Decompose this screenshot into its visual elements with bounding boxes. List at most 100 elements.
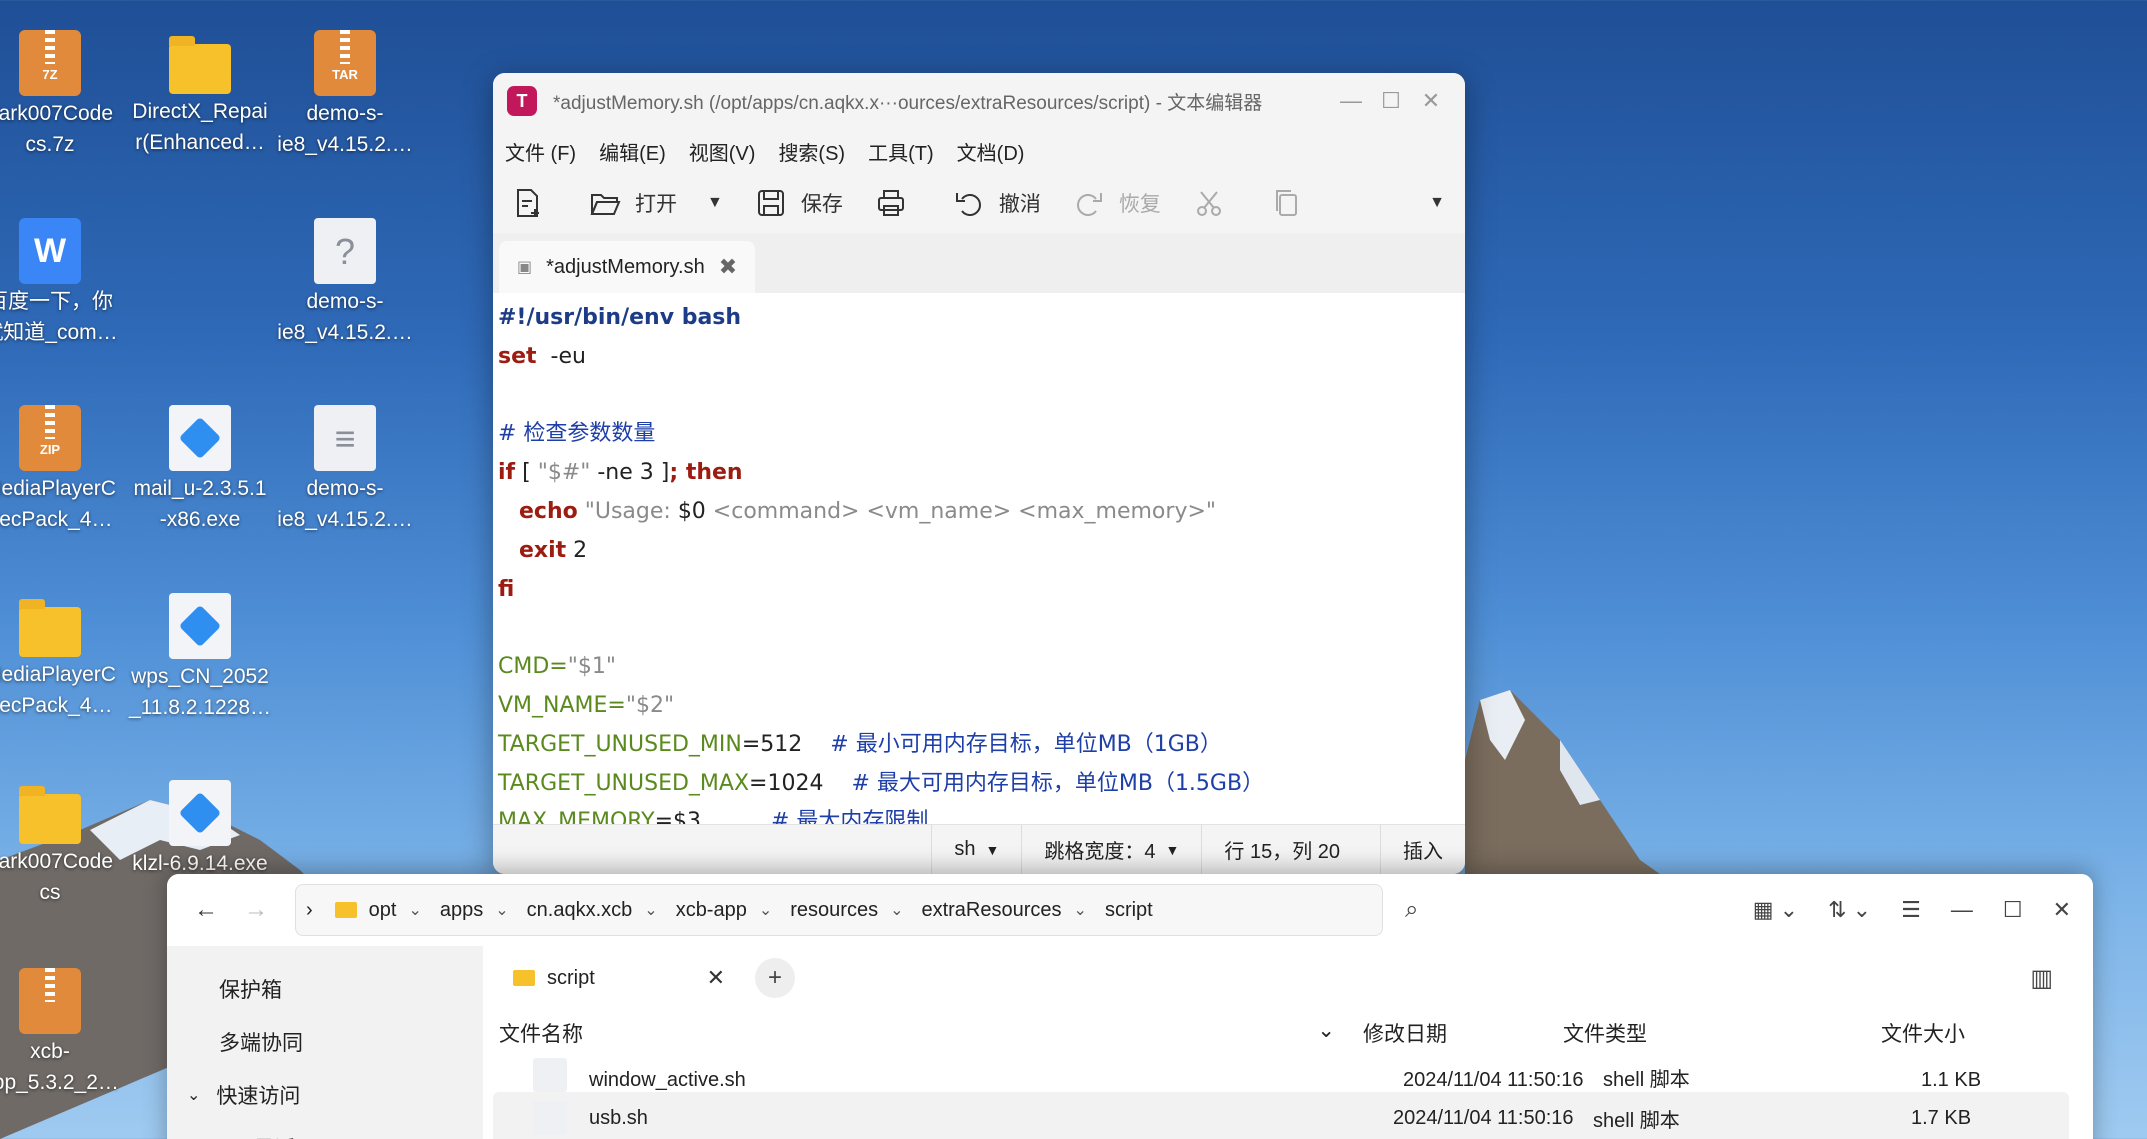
- icon-view-icon[interactable]: ▦ ⌄: [1753, 897, 1798, 923]
- desktop-icon-label: MediaPlayerC decPack_4…: [0, 663, 116, 717]
- save-label: 保存: [800, 193, 843, 216]
- desktop-icon[interactable]: W 百度一下，你 就知道_com…: [0, 218, 125, 348]
- undo-label: 撤消: [998, 193, 1041, 216]
- desktop-icon[interactable]: hark007Code cs: [0, 780, 125, 908]
- chevron-down-icon[interactable]: ⌄: [644, 900, 657, 920]
- close-tab-icon[interactable]: ✖: [719, 254, 737, 280]
- breadcrumb-item[interactable]: resources ⌄: [790, 899, 903, 922]
- save-button[interactable]: 保存: [755, 187, 843, 219]
- code-line: echo "Usage: $0 <command> <vm_name> <max…: [498, 493, 1460, 532]
- menu-view[interactable]: 视图(V): [689, 137, 756, 166]
- new-tab-button[interactable]: +: [755, 958, 795, 998]
- new-file-button[interactable]: [511, 187, 557, 219]
- breadcrumb-item[interactable]: extraResources ⌄: [921, 899, 1086, 922]
- sidebar-item-quick-access[interactable]: ⌄ 快速访问: [167, 1068, 483, 1121]
- code-token: echo: [518, 498, 578, 524]
- menu-documents[interactable]: 文档(D): [957, 137, 1025, 166]
- menu-search[interactable]: 搜索(S): [778, 137, 845, 166]
- redo-button[interactable]: 恢复: [1073, 187, 1161, 219]
- insert-mode[interactable]: 插入: [1380, 825, 1465, 874]
- code-token: "$#": [537, 460, 591, 486]
- script-file-icon: [533, 1058, 567, 1092]
- desktop-icon-label: demo-s- ie8_v4.15.2.…: [277, 290, 413, 344]
- toolbar-overflow-icon[interactable]: ▼: [1429, 194, 1445, 212]
- file-row[interactable]: window_active.sh 2024/11/04 11:50:16 shell…: [483, 1056, 2093, 1092]
- tab-width-selector[interactable]: 跳格宽度：4 ▼: [1021, 825, 1201, 874]
- chevron-down-icon: ⌄: [187, 1086, 201, 1104]
- column-size[interactable]: 文件大小: [1867, 1018, 1965, 1048]
- minimize-button[interactable]: —: [1951, 897, 1973, 923]
- desktop-icon[interactable]: ? demo-s- ie8_v4.15.2.…: [270, 218, 420, 348]
- code-token: CMD=: [498, 654, 568, 680]
- search-icon[interactable]: ⌕: [1405, 896, 1418, 924]
- desktop-icon[interactable]: ≡ demo-s- ie8_v4.15.2.…: [270, 405, 420, 535]
- chevron-down-icon[interactable]: ⌄: [759, 900, 772, 920]
- breadcrumb-item[interactable]: xcb-app ⌄: [676, 899, 773, 922]
- code-token: "$2": [625, 692, 675, 718]
- code-line: TARGET_UNUSED_MIN=512 # 最小可用内存目标，单位MB（1G…: [498, 726, 1460, 765]
- sidebar-item-collaboration[interactable]: 多端协同: [167, 1015, 483, 1068]
- column-type[interactable]: 文件类型: [1549, 1018, 1867, 1048]
- file-date: 2024/11/04 11:50:16: [1393, 1106, 1574, 1129]
- tab-script[interactable]: script ✕: [499, 952, 739, 1004]
- text-file-icon: ≡: [314, 405, 376, 471]
- sort-icon[interactable]: ⇅ ⌄: [1828, 897, 1871, 923]
- close-button[interactable]: ✕: [2053, 897, 2071, 923]
- chevron-down-icon[interactable]: ⌄: [495, 900, 508, 920]
- desktop-icon[interactable]: ZIP MediaPlayerC decPack_4…: [0, 405, 125, 535]
- chevron-down-icon[interactable]: ⌄: [1074, 900, 1087, 920]
- print-button[interactable]: [875, 187, 921, 219]
- open-button[interactable]: 打开 ▼: [589, 187, 723, 219]
- chevron-down-icon[interactable]: ▼: [707, 194, 723, 212]
- language-label: sh: [954, 838, 976, 860]
- minimize-button[interactable]: —: [1331, 88, 1371, 114]
- breadcrumb-item[interactable]: cn.aqkx.xcb ⌄: [527, 899, 658, 922]
- desktop-icon[interactable]: TAR demo-s- ie8_v4.15.2.…: [270, 30, 420, 160]
- desktop-icon[interactable]: mail_u-2.3.5.1 -x86.exe: [125, 405, 275, 535]
- breadcrumb-item[interactable]: opt ⌄: [369, 899, 422, 922]
- breadcrumb-item[interactable]: apps ⌄: [440, 899, 509, 922]
- column-layout-icon[interactable]: ▥: [2030, 964, 2053, 993]
- code-token: <command> <vm_name> <max_memory>": [705, 498, 1217, 524]
- undo-button[interactable]: 撤消: [953, 187, 1041, 219]
- code-token: 2: [566, 537, 588, 563]
- redo-icon: [1076, 193, 1102, 216]
- column-name[interactable]: 文件名称 ⌄: [499, 1018, 1349, 1048]
- sidebar-item-recent[interactable]: ◷ 最近: [167, 1121, 483, 1139]
- breadcrumb-item[interactable]: script: [1105, 899, 1153, 922]
- desktop-icon-label: demo-s- ie8_v4.15.2.…: [277, 102, 413, 156]
- sidebar-item-vault[interactable]: 保护箱: [167, 962, 483, 1015]
- desktop-icon[interactable]: wps_CN_2052 _11.8.2.1228…: [125, 593, 275, 723]
- desktop-icon[interactable]: xcb- app_5.3.2_2…: [0, 968, 125, 1098]
- menu-file[interactable]: 文件 (F): [505, 137, 576, 166]
- chevron-down-icon[interactable]: ⌄: [890, 900, 903, 920]
- file-row[interactable]: usb.sh 2024/11/04 11:50:16 shell 脚本 1.7 KB: [493, 1092, 2069, 1139]
- code-editor-area[interactable]: #!/usr/bin/env bash set -eu # 检查参数数量 if [ "…: [493, 293, 1465, 848]
- maximize-button[interactable]: ☐: [1371, 88, 1411, 114]
- column-date[interactable]: 修改日期: [1349, 1018, 1549, 1048]
- menu-tools[interactable]: 工具(T): [868, 137, 934, 166]
- file-manager-tabbar: script ✕ + ▥: [483, 946, 2093, 1010]
- chevron-down-icon[interactable]: ⌄: [408, 900, 421, 920]
- cut-button[interactable]: [1193, 187, 1239, 219]
- desktop-icon-label: 百度一下，你 就知道_com…: [0, 290, 118, 344]
- forward-button[interactable]: →: [231, 896, 281, 924]
- desktop-icon[interactable]: DirectX_Repai r(Enhanced…: [125, 30, 275, 158]
- tab-adjustmemory[interactable]: ▣ *adjustMemory.sh ✖: [499, 241, 756, 293]
- desktop-icon[interactable]: 7Z hark007Code cs.7z: [0, 30, 125, 160]
- folder-icon: [513, 970, 535, 986]
- copy-button[interactable]: [1271, 187, 1317, 219]
- back-button[interactable]: ←: [181, 896, 231, 924]
- desktop-icon[interactable]: MediaPlayerC decPack_4…: [0, 593, 125, 721]
- code-token: "Usage:: [584, 498, 678, 524]
- language-selector[interactable]: sh ▼: [931, 825, 1021, 874]
- menu-edit[interactable]: 编辑(E): [599, 137, 666, 166]
- menu-icon[interactable]: ☰: [1901, 897, 1921, 923]
- breadcrumb-expand-icon[interactable]: ›: [306, 899, 313, 922]
- desktop-icon[interactable]: klzl-6.9.14.exe: [125, 780, 275, 879]
- close-button[interactable]: ✕: [1411, 88, 1451, 114]
- desktop-icon-label: DirectX_Repai r(Enhanced…: [132, 100, 268, 154]
- close-tab-icon[interactable]: ✕: [707, 965, 725, 991]
- maximize-button[interactable]: ☐: [2003, 897, 2023, 923]
